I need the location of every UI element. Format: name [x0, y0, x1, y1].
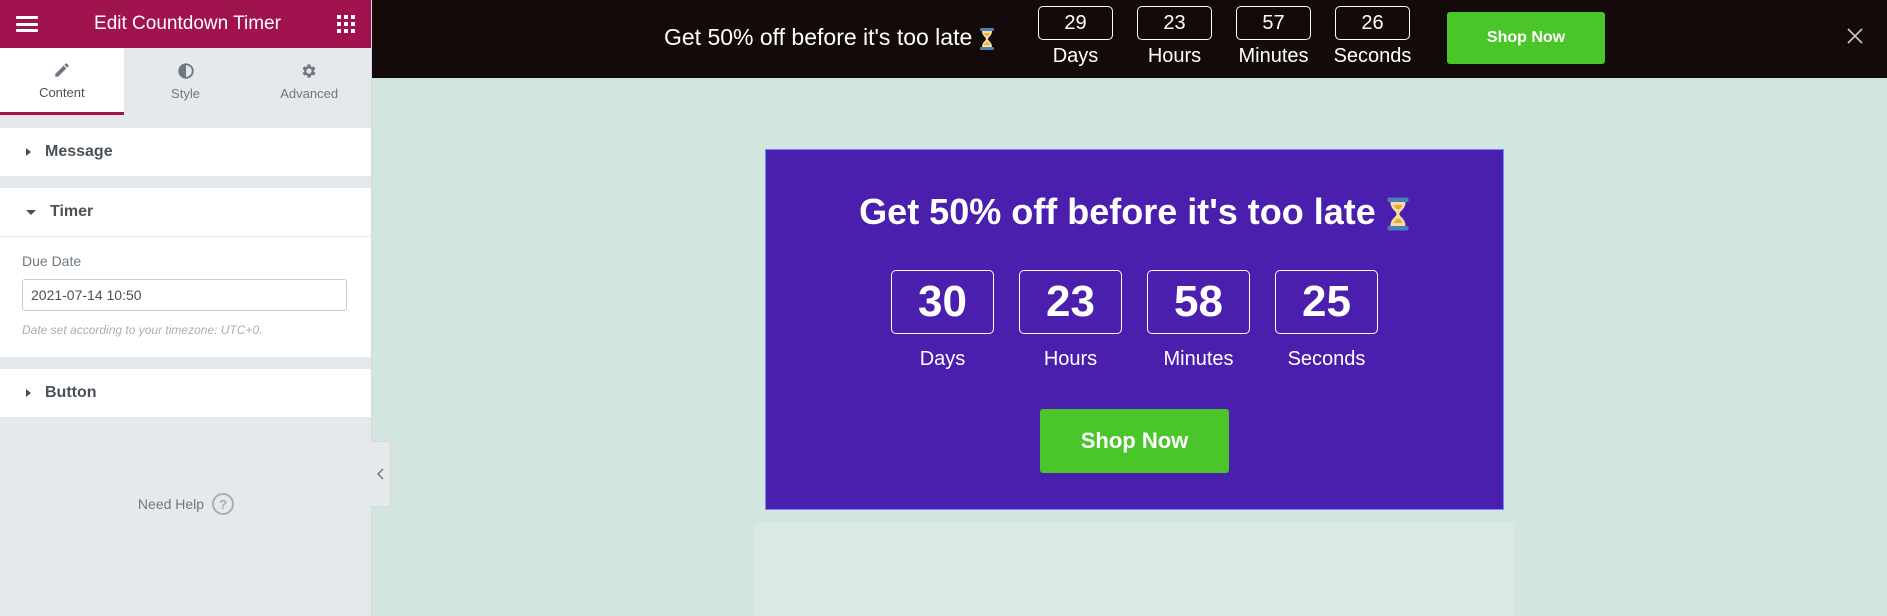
widget-hours-label: Hours — [1043, 348, 1098, 370]
countdown-widget[interactable]: Get 50% off before it's too late 30 Days… — [765, 149, 1504, 510]
gear-icon — [302, 64, 316, 78]
widget-timer: 30 Days 23 Hours 58 Minutes 25 Seconds — [891, 270, 1378, 371]
pencil-icon — [55, 62, 69, 77]
tab-style-label: Style — [171, 86, 200, 101]
widget-title-text: Get 50% off before it's too late — [859, 191, 1376, 232]
empty-section-area — [755, 522, 1515, 616]
widget-hours-value: 23 — [1019, 270, 1122, 334]
help-icon: ? — [212, 493, 235, 515]
widget-minutes-label: Minutes — [1163, 348, 1234, 370]
collapse-panel-button[interactable] — [371, 441, 391, 507]
timer-unit-hours: 23 Hours — [1137, 6, 1212, 68]
sidebar-title: Edit Countdown Timer — [94, 13, 281, 34]
widget-days-label: Days — [919, 348, 966, 370]
timer-unit-seconds: 26 Seconds — [1333, 6, 1412, 68]
tab-advanced-label: Advanced — [280, 86, 339, 101]
caret-right-icon — [26, 148, 31, 156]
timer-minutes-label: Minutes — [1238, 45, 1309, 67]
need-help-link[interactable]: Need Help ? — [0, 493, 372, 515]
top-bar-shop-now-button[interactable]: Shop Now — [1447, 12, 1605, 64]
section-timer-header[interactable]: Timer — [0, 188, 371, 236]
top-bar-message: Get 50% off before it's too late — [664, 24, 995, 51]
widget-seconds-label: Seconds — [1287, 348, 1366, 370]
section-message-header[interactable]: Message — [0, 128, 371, 176]
caret-right-icon — [26, 389, 31, 397]
widgets-grid-icon[interactable] — [336, 15, 355, 33]
timer-settings: Due Date Date set according to your time… — [0, 236, 371, 357]
widget-title: Get 50% off before it's too late — [766, 191, 1503, 233]
timer-unit-days: 29 Days — [1038, 6, 1113, 68]
tab-content[interactable]: Content — [0, 48, 124, 115]
tab-content-label: Content — [39, 84, 85, 100]
hourglass-icon — [979, 27, 994, 50]
widget-seconds-value: 25 — [1275, 270, 1378, 334]
section-button-label: Button — [45, 384, 97, 401]
half-circle-icon — [177, 63, 194, 79]
section-message: Message — [0, 128, 371, 176]
widget-unit-days: 30 Days — [891, 270, 994, 371]
need-help-label: Need Help — [137, 496, 205, 512]
due-date-hint: Date set according to your timezone: UTC… — [22, 323, 263, 337]
widget-unit-seconds: 25 Seconds — [1275, 270, 1378, 371]
sidebar-header: Edit Countdown Timer — [0, 0, 371, 48]
timer-hours-value: 23 — [1137, 6, 1212, 40]
widget-shop-now-button[interactable]: Shop Now — [1040, 409, 1229, 473]
tab-style[interactable]: Style — [123, 48, 248, 115]
timer-days-value: 29 — [1038, 6, 1113, 40]
timer-unit-minutes: 57 Minutes — [1236, 6, 1311, 68]
section-timer: Timer Due Date Date set according to you… — [0, 188, 371, 357]
section-button-header[interactable]: Button — [0, 369, 371, 417]
sidebar-tabs: Content Style Advanced — [0, 48, 372, 116]
timer-minutes-value: 57 — [1236, 6, 1311, 40]
countdown-top-bar: Get 50% off before it's too late 29 Days… — [372, 0, 1887, 78]
section-button: Button — [0, 369, 371, 417]
section-timer-label: Timer — [50, 203, 94, 220]
hourglass-icon — [1387, 197, 1409, 231]
editor-sidebar: Edit Countdown Timer Content Style Advan… — [0, 0, 372, 616]
widget-unit-minutes: 58 Minutes — [1147, 270, 1250, 371]
tab-advanced[interactable]: Advanced — [247, 48, 372, 115]
timer-days-label: Days — [1052, 45, 1099, 67]
chevron-left-icon — [376, 468, 384, 480]
close-icon[interactable] — [1845, 26, 1865, 46]
caret-down-icon — [26, 209, 36, 215]
top-bar-timer: 29 Days 23 Hours 57 Minutes 26 Seconds — [1038, 6, 1412, 68]
timer-hours-label: Hours — [1147, 45, 1202, 67]
widget-days-value: 30 — [891, 270, 994, 334]
widget-minutes-value: 58 — [1147, 270, 1250, 334]
top-bar-message-text: Get 50% off before it's too late — [664, 24, 973, 50]
due-date-label: Due Date — [22, 253, 82, 269]
due-date-input[interactable] — [22, 279, 347, 311]
section-message-label: Message — [45, 143, 113, 160]
menu-icon[interactable] — [16, 16, 38, 32]
widget-unit-hours: 23 Hours — [1019, 270, 1122, 371]
timer-seconds-value: 26 — [1335, 6, 1410, 40]
timer-seconds-label: Seconds — [1333, 45, 1412, 67]
